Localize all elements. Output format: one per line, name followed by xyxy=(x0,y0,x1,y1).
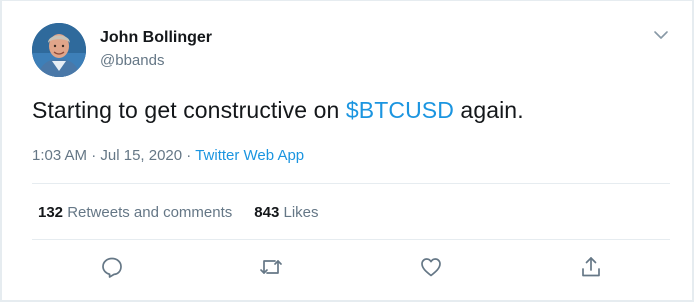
tweet-source-link[interactable]: Twitter Web App xyxy=(195,147,304,164)
retweet-icon[interactable] xyxy=(259,255,283,279)
tweet-stats: 132 Retweets and comments 843 Likes xyxy=(38,204,319,221)
tweet-meta: 1:03 AM · Jul 15, 2020 · Twitter Web App xyxy=(32,147,304,164)
likes-label: Likes xyxy=(283,204,319,221)
retweets-count: 132 xyxy=(38,204,64,221)
tweet-time[interactable]: 1:03 AM xyxy=(32,147,87,164)
tweet-date[interactable]: Jul 15, 2020 xyxy=(100,147,182,164)
chevron-down-icon[interactable] xyxy=(650,27,672,43)
heart-icon[interactable] xyxy=(419,255,443,279)
author-handle[interactable]: @bbands xyxy=(100,52,164,69)
retweets-label: Retweets and comments xyxy=(67,204,233,221)
meta-separator: · xyxy=(182,147,196,164)
tweet-text-before: Starting to get constructive on xyxy=(32,97,346,123)
likes-count: 843 xyxy=(254,204,280,221)
author-name[interactable]: John Bollinger xyxy=(100,29,212,47)
share-icon[interactable] xyxy=(579,255,603,279)
tweet-text: Starting to get constructive on $BTCUSD … xyxy=(32,97,524,124)
tweet-card: John Bollinger @bbands Starting to get c… xyxy=(1,0,693,300)
meta-separator: · xyxy=(87,147,101,164)
reply-icon[interactable] xyxy=(100,255,124,279)
likes-stat[interactable]: 843 Likes xyxy=(254,204,318,221)
avatar[interactable] xyxy=(32,23,86,77)
cashtag-link[interactable]: $BTCUSD xyxy=(346,97,454,123)
retweets-stat[interactable]: 132 Retweets and comments xyxy=(38,204,232,221)
tweet-text-after: again. xyxy=(453,97,524,123)
divider xyxy=(32,183,670,184)
divider xyxy=(32,239,670,240)
